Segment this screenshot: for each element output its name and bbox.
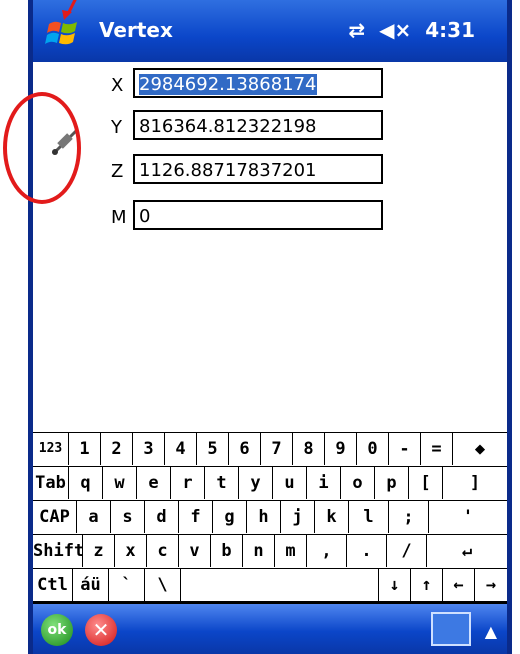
- field-row-y: Y 816364.812322198: [33, 110, 507, 144]
- ctrl-key[interactable]: Ctl: [33, 569, 73, 601]
- field-label-y: Y: [111, 117, 122, 138]
- key[interactable]: d: [145, 501, 179, 533]
- arrow-left-key[interactable]: ←: [443, 569, 475, 601]
- key[interactable]: s: [111, 501, 145, 533]
- soft-keyboard: 123 1 2 3 4 5 6 7 8 9 0 - = ◆ Tab q w e …: [33, 432, 507, 602]
- speaker-muted-icon[interactable]: ◀×: [379, 18, 411, 42]
- key[interactable]: 2: [101, 433, 133, 465]
- key[interactable]: q: [69, 467, 103, 499]
- vertex-form: X 2984692.13868174 Y 816364.812322198 Z …: [33, 62, 507, 432]
- key[interactable]: \: [145, 569, 181, 601]
- title-bar: Vertex ⇄ ◀× 4:31: [33, 0, 507, 62]
- annotation-arrow: [62, 0, 77, 20]
- key[interactable]: m: [275, 535, 307, 567]
- key[interactable]: -: [389, 433, 421, 465]
- key[interactable]: =: [421, 433, 453, 465]
- field-row-x: X 2984692.13868174: [33, 68, 507, 102]
- backspace-key[interactable]: ◆: [453, 433, 507, 465]
- arrow-right-key[interactable]: →: [475, 569, 507, 601]
- cancel-button[interactable]: ✕: [85, 614, 117, 646]
- caps-key[interactable]: CAP: [33, 501, 77, 533]
- keyboard-row-qwerty: Tab q w e r t y u i o p [ ]: [33, 466, 507, 500]
- key[interactable]: a: [77, 501, 111, 533]
- shift-key[interactable]: Shift: [33, 535, 84, 567]
- arrow-down-key[interactable]: ↓: [379, 569, 411, 601]
- key[interactable]: j: [281, 501, 315, 533]
- key[interactable]: l: [349, 501, 389, 533]
- key[interactable]: /: [387, 535, 427, 567]
- key[interactable]: r: [171, 467, 205, 499]
- key[interactable]: ,: [307, 535, 347, 567]
- arrow-up-icon[interactable]: ▲: [485, 622, 497, 641]
- key[interactable]: w: [103, 467, 137, 499]
- key[interactable]: 8: [293, 433, 325, 465]
- key[interactable]: g: [213, 501, 247, 533]
- space-key[interactable]: [181, 569, 379, 601]
- key[interactable]: o: [341, 467, 375, 499]
- pda-screen: Vertex ⇄ ◀× 4:31 X 2984692.13868174 Y 8163…: [28, 0, 512, 654]
- key[interactable]: 7: [261, 433, 293, 465]
- sync-arrows-icon[interactable]: ⇄: [348, 18, 365, 42]
- key[interactable]: t: [205, 467, 239, 499]
- key[interactable]: i: [307, 467, 341, 499]
- arrow-up-key[interactable]: ↑: [411, 569, 443, 601]
- z-coordinate-input[interactable]: 1126.88717837201: [133, 154, 383, 184]
- field-label-m: M: [111, 207, 127, 228]
- key[interactable]: 5: [197, 433, 229, 465]
- key[interactable]: 123: [33, 433, 69, 465]
- keyboard-icon[interactable]: [431, 612, 471, 646]
- bottom-bar: ok ✕ ▲: [33, 602, 507, 654]
- key[interactable]: x: [115, 535, 147, 567]
- keyboard-row-numbers: 123 1 2 3 4 5 6 7 8 9 0 - = ◆: [33, 432, 507, 466]
- keyboard-row-bottom: Shift z x c v b n m , . / ↵: [33, 534, 507, 568]
- x-coordinate-input[interactable]: 2984692.13868174: [133, 68, 383, 98]
- key[interactable]: c: [147, 535, 179, 567]
- key[interactable]: ': [429, 501, 507, 533]
- key[interactable]: `: [109, 569, 145, 601]
- key[interactable]: e: [137, 467, 171, 499]
- annotation-circle: [3, 92, 81, 204]
- key[interactable]: [: [409, 467, 443, 499]
- field-label-x: X: [111, 75, 124, 96]
- y-coordinate-input[interactable]: 816364.812322198: [133, 110, 383, 140]
- key[interactable]: 1: [69, 433, 101, 465]
- key[interactable]: ]: [443, 467, 507, 499]
- accent-key[interactable]: áü: [73, 569, 109, 601]
- key[interactable]: k: [315, 501, 349, 533]
- frame-right: [507, 0, 512, 654]
- key[interactable]: p: [375, 467, 409, 499]
- tab-key[interactable]: Tab: [33, 467, 69, 499]
- field-label-z: Z: [111, 161, 124, 182]
- ok-button[interactable]: ok: [41, 614, 73, 646]
- key[interactable]: 0: [357, 433, 389, 465]
- key[interactable]: 6: [229, 433, 261, 465]
- key[interactable]: n: [243, 535, 275, 567]
- key[interactable]: 9: [325, 433, 357, 465]
- key[interactable]: 3: [133, 433, 165, 465]
- field-row-z: Z 1126.88717837201: [33, 154, 507, 188]
- key[interactable]: u: [273, 467, 307, 499]
- key[interactable]: v: [179, 535, 211, 567]
- status-area[interactable]: ⇄ ◀× 4:31: [348, 18, 475, 42]
- key[interactable]: y: [239, 467, 273, 499]
- clock[interactable]: 4:31: [425, 18, 475, 42]
- key[interactable]: .: [347, 535, 387, 567]
- m-value-input[interactable]: 0: [133, 200, 383, 230]
- key[interactable]: b: [211, 535, 243, 567]
- keyboard-row-home: CAP a s d f g h j k l ; ': [33, 500, 507, 534]
- key[interactable]: h: [247, 501, 281, 533]
- key[interactable]: ;: [389, 501, 429, 533]
- key[interactable]: 4: [165, 433, 197, 465]
- enter-key[interactable]: ↵: [427, 535, 507, 567]
- app-title: Vertex: [99, 18, 173, 42]
- key[interactable]: z: [83, 535, 115, 567]
- key[interactable]: f: [179, 501, 213, 533]
- field-row-m: M 0: [33, 200, 507, 234]
- keyboard-row-controls: Ctl áü ` \ ↓ ↑ ← →: [33, 568, 507, 602]
